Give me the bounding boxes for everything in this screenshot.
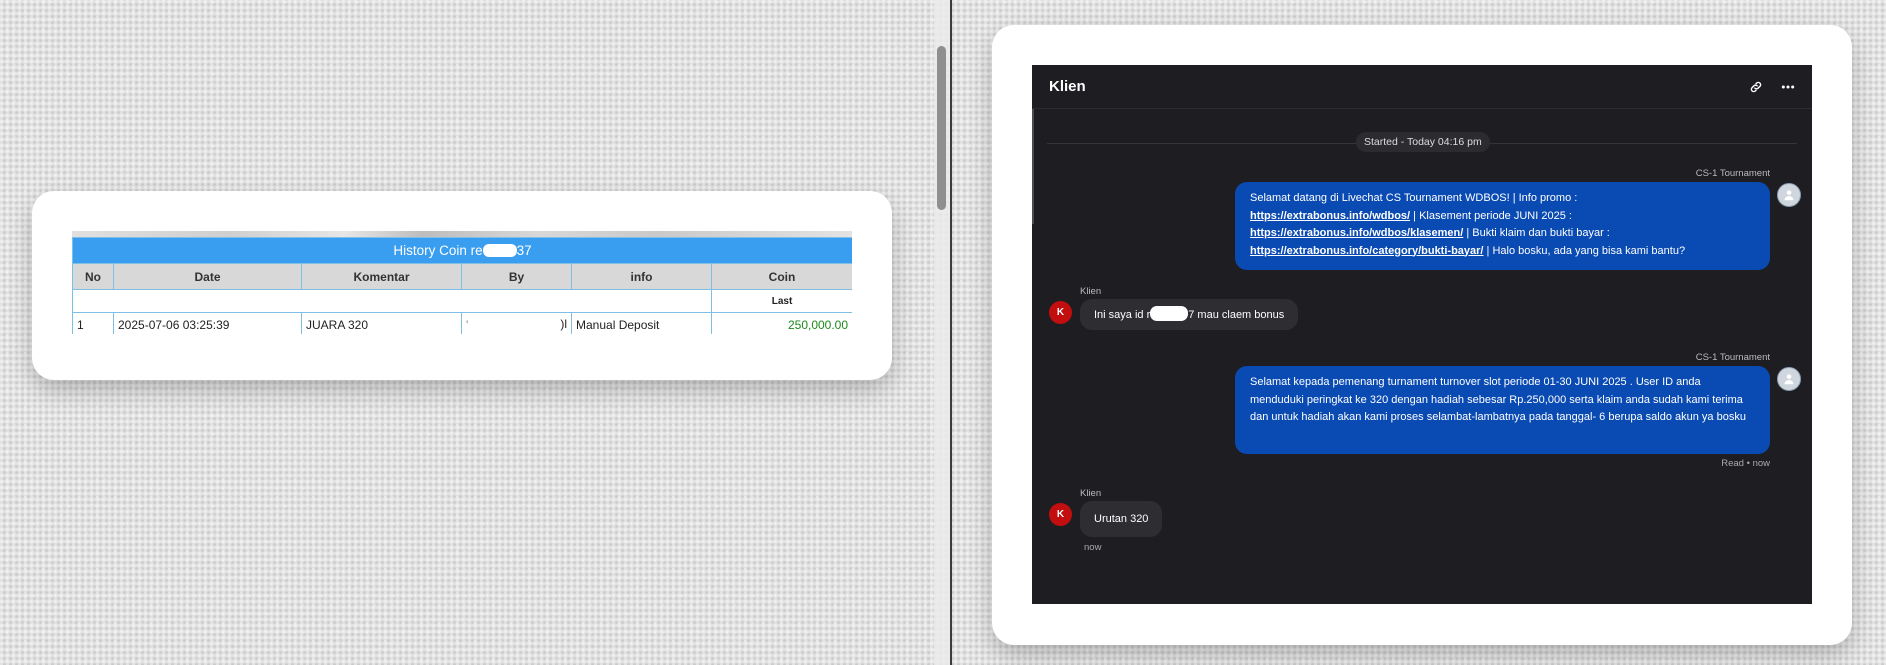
cell-coin: 250,000.00 bbox=[710, 312, 852, 334]
agent-message-bubble: Selamat datang di Livechat CS Tournament… bbox=[1235, 182, 1770, 270]
cell-komentar: JUARA 320 bbox=[301, 312, 462, 334]
cell-no: 1 bbox=[72, 312, 114, 334]
link-icon[interactable] bbox=[1747, 78, 1765, 96]
chat-card: Klien Started - Today 04:16 pm CS-1 Tour… bbox=[992, 25, 1852, 645]
user-name: Klien bbox=[1080, 286, 1102, 297]
column-header-by: By bbox=[461, 263, 572, 290]
chat-title: Klien bbox=[1049, 78, 1086, 95]
table-title: History Coin re 37 bbox=[72, 237, 852, 264]
history-coin-table: History Coin re 37 No Date Komentar By in… bbox=[72, 237, 852, 334]
cell-info: Manual Deposit bbox=[571, 312, 712, 334]
scrollbar-thumb[interactable] bbox=[937, 46, 946, 210]
started-badge: Started - Today 04:16 pm bbox=[1356, 132, 1490, 152]
redacted-mask bbox=[1150, 306, 1189, 321]
user-message-bubble: Urutan 320 bbox=[1080, 501, 1163, 537]
user-name: Klien bbox=[1080, 488, 1102, 499]
cell-by: ' )l bbox=[461, 312, 572, 334]
last-label: Last bbox=[710, 289, 852, 313]
column-header-date: Date bbox=[113, 263, 302, 290]
last-row: Last bbox=[72, 289, 852, 313]
agent-avatar bbox=[1777, 183, 1801, 207]
agent-name: CS-1 Tournament bbox=[1695, 168, 1770, 179]
column-header-no: No bbox=[72, 263, 114, 290]
column-header-coin: Coin bbox=[710, 263, 852, 290]
chat-header: Klien bbox=[1032, 65, 1812, 109]
chat-scroll-edge bbox=[1032, 109, 1034, 224]
message-time: now bbox=[1084, 542, 1102, 553]
agent-avatar bbox=[1777, 367, 1801, 391]
chat-window: Klien Started - Today 04:16 pm CS-1 Tour… bbox=[1032, 65, 1812, 604]
column-header-komentar: Komentar bbox=[301, 263, 462, 290]
cell-date: 2025-07-06 03:25:39 bbox=[113, 312, 302, 334]
read-status: Read • now bbox=[1721, 458, 1770, 469]
user-message-bubble: Ini saya id r7 mau claem bonus bbox=[1080, 299, 1299, 330]
bukti-bayar-link[interactable]: https://extrabonus.info/category/bukti-b… bbox=[1250, 245, 1483, 257]
left-pane: History Coin re 37 No Date Komentar By in… bbox=[0, 0, 934, 665]
history-table-container: History Coin re 37 No Date Komentar By in… bbox=[72, 231, 852, 334]
more-icon[interactable] bbox=[1779, 78, 1797, 96]
agent-name: CS-1 Tournament bbox=[1695, 352, 1770, 363]
agent-message-bubble: Selamat kepada pemenang turnament turnov… bbox=[1235, 366, 1770, 454]
table-row: 1 2025-07-06 03:25:39 JUARA 320 ' )l Man… bbox=[72, 312, 852, 334]
pane-divider[interactable] bbox=[950, 0, 952, 665]
avatar: K bbox=[1049, 503, 1072, 526]
column-header-info: info bbox=[571, 263, 712, 290]
promo-link[interactable]: https://extrabonus.info/wdbos/ bbox=[1250, 210, 1410, 222]
avatar: K bbox=[1049, 301, 1072, 324]
redacted-mask bbox=[482, 244, 517, 257]
table-header-row: No Date Komentar By info Coin bbox=[72, 263, 852, 290]
history-coin-card: History Coin re 37 No Date Komentar By in… bbox=[32, 191, 892, 380]
vertical-scrollbar[interactable] bbox=[934, 0, 950, 665]
klasemen-link[interactable]: https://extrabonus.info/wdbos/klasemen/ bbox=[1250, 227, 1463, 239]
